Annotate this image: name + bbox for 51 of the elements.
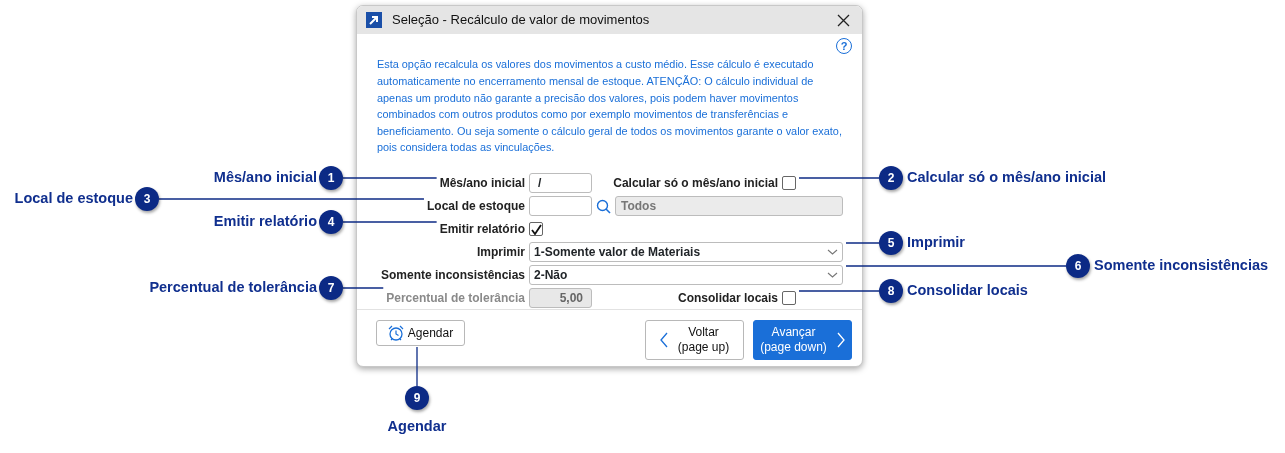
field-label: Local de estoque bbox=[426, 198, 525, 216]
callout-label: Imprimir bbox=[907, 233, 965, 253]
alarm-clock-icon bbox=[387, 324, 404, 341]
search-icon[interactable] bbox=[596, 198, 611, 214]
chevron-down-icon bbox=[827, 272, 838, 279]
chevron-left-icon bbox=[659, 331, 668, 348]
callout-number: 9 bbox=[405, 386, 429, 410]
checkbox-label: Consolidar locais bbox=[677, 290, 778, 308]
back-button[interactable]: Voltar (page up) bbox=[645, 319, 744, 360]
callout-label: Emitir relatório bbox=[213, 212, 317, 232]
leader-line bbox=[416, 346, 418, 387]
callout-label: Mês/ano inicial bbox=[213, 168, 317, 188]
callout-label: Calcular só o mês/ano inicial bbox=[907, 168, 1107, 188]
field-label: Imprimir bbox=[477, 244, 525, 262]
input-field[interactable]: / bbox=[529, 173, 592, 194]
callout-number: 3 bbox=[135, 187, 159, 211]
leader-line bbox=[342, 287, 384, 289]
callout-label: Percentual de tolerância bbox=[149, 278, 317, 298]
input-field: 5,00 bbox=[529, 288, 592, 309]
field-label: Mês/ano inicial bbox=[439, 175, 525, 193]
chevron-right-icon bbox=[836, 331, 845, 348]
checkbox[interactable] bbox=[782, 176, 796, 191]
chevron-down-icon bbox=[827, 249, 838, 256]
leader-line bbox=[845, 242, 880, 244]
dropdown-field[interactable]: 2-Não bbox=[529, 265, 843, 286]
close-icon[interactable] bbox=[837, 13, 850, 27]
field-label: Emitir relatório bbox=[439, 221, 525, 239]
dropdown-field[interactable]: 1-Somente valor de Materiais bbox=[529, 242, 843, 263]
callout-label: Consolidar locais bbox=[907, 281, 1028, 301]
checkbox[interactable] bbox=[529, 222, 543, 237]
field-label: Percentual de tolerância bbox=[386, 290, 525, 308]
next-button[interactable]: Avançar (page down) bbox=[753, 319, 852, 360]
callout-number: 7 bbox=[319, 276, 343, 300]
callout-number: 5 bbox=[879, 231, 903, 255]
schedule-button[interactable]: Agendar bbox=[376, 319, 465, 346]
readonly-field: Todos bbox=[615, 196, 843, 217]
callout-number: 6 bbox=[1066, 254, 1090, 278]
description-text: Esta opção recalcula os valores dos movimentos a custo médio. Esse cálculo é executado automaticamente no encerramento mensal de estoque. ATENÇÃO: O cálculo individual de apenas um produto não garante a precisão dos valores, pois podem haver movimentos combinados com outros produtos como por exemplo movimentos de transferências e beneficiamento. Ou seja somente o cálculo geral de todos os movimentos garante o valor exato, pois considera todas as vinculações. bbox=[376, 57, 843, 156]
field-label: Somente inconsistências bbox=[380, 267, 525, 285]
callout-label: Local de estoque bbox=[14, 189, 133, 209]
window-title: Seleção - Recálculo de valor de movimentos bbox=[392, 11, 651, 30]
callout-number: 2 bbox=[879, 166, 903, 190]
check-icon bbox=[530, 223, 542, 235]
callout-number: 4 bbox=[319, 210, 343, 234]
callout-label: Agendar bbox=[387, 417, 447, 436]
callout-number: 1 bbox=[319, 166, 343, 190]
app-icon bbox=[366, 12, 382, 29]
callout-label: Somente inconsistências bbox=[1094, 256, 1269, 276]
callout-number: 8 bbox=[879, 279, 903, 303]
input-field[interactable] bbox=[529, 196, 592, 217]
checkbox-label: Calcular só o mês/ano inicial bbox=[613, 175, 778, 193]
